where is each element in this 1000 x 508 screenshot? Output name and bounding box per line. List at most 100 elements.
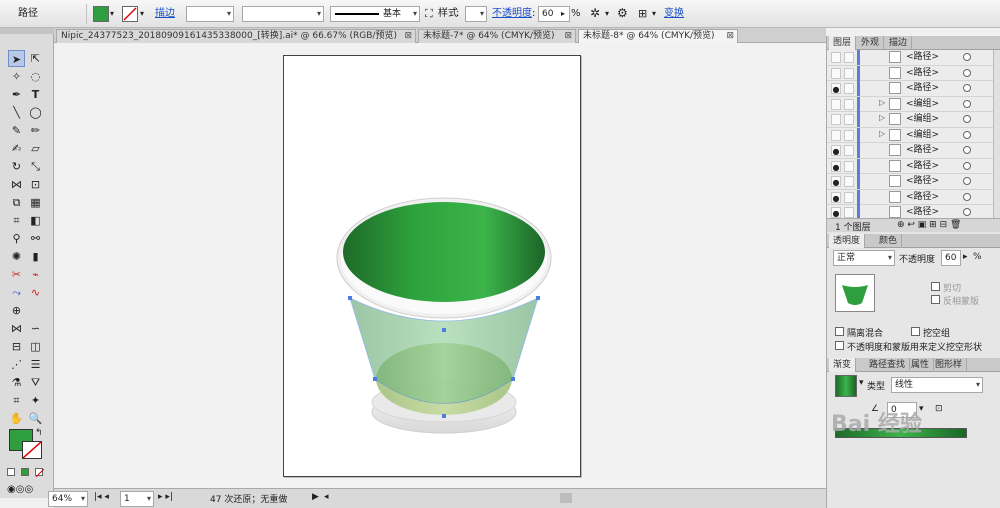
align-icon[interactable]: ⊞ xyxy=(638,5,647,22)
target-circle-icon[interactable] xyxy=(963,68,971,77)
crop-icon[interactable]: ⌗ xyxy=(8,392,25,409)
scroll-left-icon[interactable]: ◂ xyxy=(324,492,329,502)
tab-graphic-styles[interactable]: 图形样 xyxy=(931,358,968,372)
gear-icon[interactable]: ⚙ xyxy=(617,5,628,22)
lock-toggle[interactable] xyxy=(844,176,854,187)
lock-toggle[interactable] xyxy=(844,191,854,203)
paintbrush-icon[interactable]: ✎ xyxy=(8,122,25,139)
mesh-tool-icon[interactable]: ⌗ xyxy=(8,212,25,229)
cup-artwork[interactable] xyxy=(284,56,582,478)
layer-row[interactable]: ● <路径> xyxy=(827,158,993,174)
visibility-eye-icon[interactable]: ● xyxy=(831,145,841,156)
tab-document-3[interactable]: 未标题-8* @ 64% (CMYK/预览) ⊠ xyxy=(578,29,738,43)
magic-wand-icon[interactable]: ✧ xyxy=(8,68,25,85)
tab-document-1[interactable]: Nipic_24377523_20180909161435338000_[转换]… xyxy=(56,29,416,43)
canvas-area[interactable] xyxy=(54,43,826,488)
visibility-eye-icon[interactable] xyxy=(831,114,841,125)
page-dropdown[interactable]: 1 ▾ xyxy=(120,491,154,507)
layer-name[interactable]: <路径> xyxy=(906,160,939,173)
live-paint-icon[interactable]: ⛛ xyxy=(27,374,44,391)
layer-name[interactable]: <路径> xyxy=(906,51,939,64)
twirl-tool-icon[interactable]: ∽ xyxy=(27,320,44,337)
target-circle-icon[interactable] xyxy=(963,208,971,216)
stroke-link[interactable]: 描边 xyxy=(155,5,175,22)
ellipse-tool-icon[interactable]: ◯ xyxy=(27,104,44,121)
recolor-icon[interactable]: ✲ xyxy=(590,5,600,22)
visibility-eye-icon[interactable]: ● xyxy=(831,160,841,172)
tab-stroke[interactable]: 描边 xyxy=(885,36,913,50)
swap-icon[interactable]: ↰ xyxy=(35,428,43,438)
layer-name[interactable]: <编组> xyxy=(906,98,939,111)
tab-layers[interactable]: 图层 xyxy=(829,36,857,50)
opacity-input[interactable]: 60 xyxy=(941,250,961,266)
pencil-icon[interactable]: ✏ xyxy=(27,122,44,139)
slice-tool-icon[interactable]: ◫ xyxy=(27,338,44,355)
define-knockout-checkbox[interactable] xyxy=(835,341,844,350)
lock-toggle[interactable] xyxy=(844,207,854,218)
visibility-eye-icon[interactable]: ● xyxy=(831,176,841,187)
layer-name[interactable]: <路径> xyxy=(906,191,939,204)
layer-row[interactable]: ● <路径> xyxy=(827,189,993,205)
pathfinder-icon[interactable]: ✦ xyxy=(27,392,44,409)
close-icon[interactable]: ⊠ xyxy=(564,30,572,43)
panel-grip[interactable] xyxy=(0,28,54,34)
lasso-icon[interactable]: ◌ xyxy=(27,68,44,85)
visibility-eye-icon[interactable]: ● xyxy=(831,83,841,94)
close-icon[interactable]: ⊠ xyxy=(404,30,412,43)
target-circle-icon[interactable] xyxy=(963,130,971,139)
eyedropper-icon[interactable]: ⚲ xyxy=(8,230,25,247)
chevron-right-icon[interactable]: ▸ xyxy=(963,252,968,262)
none-mode-icon[interactable] xyxy=(35,468,45,478)
gradient-type-dropdown[interactable]: 线性 ▾ xyxy=(891,377,983,393)
lock-toggle[interactable] xyxy=(844,98,854,110)
visibility-eye-icon[interactable] xyxy=(831,67,841,79)
layer-actions-icon[interactable]: ⊕ ↩ ▣ ⊞ ⊟ 🗑 xyxy=(897,220,961,230)
direct-selection-tool-icon[interactable]: ⇱ xyxy=(27,50,44,67)
clip-checkbox[interactable] xyxy=(931,282,940,291)
type-tool-icon[interactable]: T xyxy=(27,86,44,103)
width-tool-icon[interactable]: ⋈ xyxy=(8,176,25,193)
pen-tool-icon[interactable]: ✒ xyxy=(8,86,25,103)
invert-mask-checkbox[interactable] xyxy=(931,295,940,304)
stroke-color-swatch[interactable] xyxy=(22,441,42,459)
layer-row[interactable]: ● <路径> xyxy=(827,143,993,159)
column-graph-icon[interactable]: ▮ xyxy=(27,248,44,265)
layer-name[interactable]: <编组> xyxy=(906,129,939,142)
blob-brush-icon[interactable]: ✍ xyxy=(8,140,25,157)
chevron-down-icon[interactable]: ▾ xyxy=(859,378,864,388)
hand-tool-icon[interactable]: ✋ xyxy=(8,410,25,427)
brush-dropdown[interactable]: 基本 ▾ xyxy=(330,6,420,22)
layer-row[interactable]: <路径> xyxy=(827,65,993,81)
chevron-down-icon[interactable]: ▾ xyxy=(110,5,114,22)
chevron-right-icon[interactable]: ▸ xyxy=(561,5,565,22)
visibility-eye-icon[interactable] xyxy=(831,52,841,63)
target-circle-icon[interactable] xyxy=(963,115,971,123)
transform-again-icon[interactable]: ⛶ xyxy=(425,5,433,22)
layer-name[interactable]: <路径> xyxy=(906,82,939,95)
eraser-icon[interactable]: ▱ xyxy=(27,140,44,157)
shape-builder-icon[interactable]: ⧉ xyxy=(8,194,25,211)
opacity-field[interactable]: 60 xyxy=(538,6,570,22)
free-transform-icon[interactable]: ⊡ xyxy=(27,176,44,193)
tab-appearance[interactable]: 外观 xyxy=(857,36,885,50)
target-circle-icon[interactable] xyxy=(963,161,971,170)
list-icon[interactable]: ☰ xyxy=(27,356,44,373)
layer-row[interactable]: <路径> xyxy=(827,50,993,66)
expand-triangle-icon[interactable]: ▷ xyxy=(879,129,885,138)
target-tool-icon[interactable]: ⊕ xyxy=(8,302,25,319)
stroke-swatch[interactable] xyxy=(122,6,138,22)
visibility-eye-icon[interactable]: ● xyxy=(831,191,841,203)
zoom-dropdown[interactable]: 64% ▾ xyxy=(48,491,88,507)
transform-link[interactable]: 变换 xyxy=(664,5,684,22)
anchor-tool-icon[interactable]: ⤳ xyxy=(8,284,25,301)
perspective-grid-icon[interactable]: ▦ xyxy=(27,194,44,211)
stroke-weight-field[interactable]: ▾ xyxy=(186,6,234,22)
blend-tool-icon[interactable]: ⚯ xyxy=(27,230,44,247)
line-tool-icon[interactable]: ╲ xyxy=(8,104,25,121)
chart-tool-icon[interactable]: ⋰ xyxy=(8,356,25,373)
tab-transparency[interactable]: 透明度 xyxy=(829,234,866,248)
style-dropdown[interactable]: ▾ xyxy=(465,6,487,22)
lock-toggle[interactable] xyxy=(844,114,854,125)
layer-name[interactable]: <路径> xyxy=(906,67,939,80)
zoom-tool-icon[interactable]: 🔍 xyxy=(27,410,44,427)
